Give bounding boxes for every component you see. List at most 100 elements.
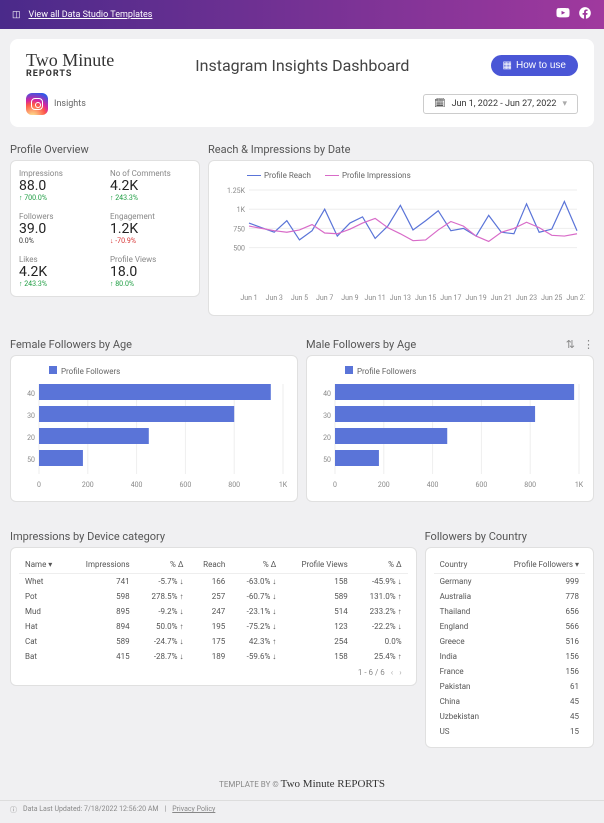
table-row: Pot598278.5% ↑257-60.7% ↓589131.0% ↑	[19, 589, 408, 604]
svg-text:40: 40	[27, 390, 35, 398]
female-followers-card: Profile Followers 02004006008001K4030205…	[10, 355, 298, 502]
svg-text:0: 0	[37, 481, 41, 489]
table-row: Uzbekistan45	[434, 709, 585, 724]
svg-text:50: 50	[27, 456, 35, 464]
metric-tile: Likes4.2K↑ 243.3%	[19, 255, 100, 288]
device-table: Name ▾Impressions% ΔReach% ΔProfile View…	[19, 556, 408, 664]
table-header[interactable]: Profile Views	[282, 556, 353, 574]
view-templates-link[interactable]: View all Data Studio Templates	[29, 10, 153, 20]
metric-tile: No of Comments4.2K↑ 243.3%	[110, 169, 191, 202]
country-table: CountryProfile Followers ▾Germany999Aust…	[434, 556, 585, 739]
svg-text:0: 0	[333, 481, 337, 489]
pager-prev[interactable]: ‹	[391, 668, 393, 677]
table-row: Germany999	[434, 574, 585, 590]
more-icon[interactable]: ⋮	[583, 338, 594, 351]
svg-text:400: 400	[427, 481, 439, 489]
top-banner: ◫ View all Data Studio Templates	[0, 0, 604, 29]
reach-impressions-chart: 5007501K1.25KJun 1Jun 3Jun 5Jun 7Jun 9Ju…	[217, 184, 585, 304]
svg-text:Jun 9: Jun 9	[341, 294, 358, 302]
metric-tile: Followers39.00.0%	[19, 212, 100, 245]
svg-text:Jun 1: Jun 1	[240, 294, 257, 302]
facebook-icon[interactable]	[578, 6, 592, 23]
svg-text:1K: 1K	[575, 481, 584, 489]
sort-icon[interactable]: ⇅	[566, 338, 575, 351]
male-followers-title: Male Followers by Age ⇅ ⋮	[306, 338, 594, 351]
calendar-icon: 🗓	[434, 99, 445, 109]
svg-text:Jun 3: Jun 3	[266, 294, 283, 302]
table-row: India156	[434, 649, 585, 664]
svg-text:600: 600	[179, 481, 191, 489]
svg-text:Jun 11: Jun 11	[365, 294, 386, 302]
how-to-use-button[interactable]: ▦ How to use	[491, 55, 578, 76]
female-followers-title: Female Followers by Age	[10, 338, 298, 351]
template-credit: TEMPLATE BY © Two Minute REPORTS	[0, 758, 604, 800]
svg-text:Jun 27: Jun 27	[566, 294, 585, 302]
legend-impressions: Profile Impressions	[342, 171, 411, 180]
svg-text:Jun 25: Jun 25	[541, 294, 562, 302]
info-icon: ⓘ	[10, 805, 17, 815]
table-header[interactable]: % Δ	[136, 556, 190, 574]
country-table-title: Followers by Country	[425, 530, 594, 543]
youtube-icon[interactable]	[556, 6, 570, 23]
svg-text:Jun 19: Jun 19	[465, 294, 486, 302]
page-title: Instagram Insights Dashboard	[195, 56, 409, 75]
table-header[interactable]: % Δ	[354, 556, 408, 574]
table-header[interactable]: Name ▾	[19, 556, 67, 574]
table-pager: 1 - 6 / 6 ‹ ›	[19, 664, 408, 677]
table-row: Hat89450.0% ↑195-75.2% ↓123-22.2% ↓	[19, 619, 408, 634]
female-followers-chart: 0 200 400 600 800 1K 40 30 20 50	[19, 380, 289, 490]
table-row: England566	[434, 619, 585, 634]
date-range-picker[interactable]: 🗓 Jun 1, 2022 - Jun 27, 2022 ▾	[423, 94, 578, 114]
device-table-title: Impressions by Device category	[10, 530, 417, 543]
svg-text:20: 20	[27, 434, 35, 442]
male-followers-card: Profile Followers 02004006008001K4030205…	[306, 355, 594, 502]
profile-overview-title: Profile Overview	[10, 143, 200, 156]
metric-tile: Profile Views18.0↑ 80.0%	[110, 255, 191, 288]
svg-text:30: 30	[27, 412, 35, 420]
reach-impressions-card: Profile Reach Profile Impressions 500750…	[208, 160, 594, 316]
svg-text:750: 750	[233, 225, 245, 233]
insights-label: Insights	[54, 99, 86, 109]
table-row: Greece516	[434, 634, 585, 649]
metric-tile: Engagement1.2K↓ -70.9%	[110, 212, 191, 245]
table-row: Whet741-5.7% ↓166-63.0% ↓158-45.9% ↓	[19, 574, 408, 590]
table-row: China45	[434, 694, 585, 709]
legend-reach: Profile Reach	[264, 171, 311, 180]
table-header[interactable]: Profile Followers ▾	[494, 556, 585, 574]
table-row: US15	[434, 724, 585, 739]
svg-text:800: 800	[228, 481, 240, 489]
table-header[interactable]: Country	[434, 556, 494, 574]
last-updated: Data Last Updated: 7/18/2022 12:56:20 AM	[23, 805, 159, 815]
table-header[interactable]: % Δ	[231, 556, 282, 574]
reach-impressions-title: Reach & Impressions by Date	[208, 143, 594, 156]
brand-logo: Two Minute REPORTS	[26, 51, 114, 79]
profile-overview-card: Impressions88.0↑ 700.0% No of Comments4.2…	[10, 160, 200, 297]
table-row: France156	[434, 664, 585, 679]
table-row: Thailand656	[434, 604, 585, 619]
svg-text:800: 800	[524, 481, 536, 489]
male-followers-chart: 02004006008001K40302050	[315, 380, 585, 490]
table-header[interactable]: Impressions	[67, 556, 135, 574]
privacy-link[interactable]: Privacy Policy	[172, 805, 215, 815]
svg-text:20: 20	[323, 434, 331, 442]
play-icon: ▦	[503, 60, 512, 71]
svg-text:50: 50	[323, 456, 331, 464]
svg-text:Jun 17: Jun 17	[440, 294, 461, 302]
svg-text:30: 30	[323, 412, 331, 420]
table-row: Australia778	[434, 589, 585, 604]
metric-tile: Impressions88.0↑ 700.0%	[19, 169, 100, 202]
table-row: Bat415-28.7% ↓189-59.6% ↓15825.4% ↑	[19, 649, 408, 664]
svg-text:200: 200	[82, 481, 94, 489]
chart-icon: ◫	[12, 10, 21, 20]
svg-text:Jun 5: Jun 5	[291, 294, 308, 302]
svg-text:40: 40	[323, 390, 331, 398]
table-header[interactable]: Reach	[189, 556, 231, 574]
svg-text:400: 400	[131, 481, 143, 489]
svg-text:1K: 1K	[279, 481, 288, 489]
svg-text:Jun 13: Jun 13	[390, 294, 411, 302]
svg-text:Jun 7: Jun 7	[316, 294, 333, 302]
table-row: Cat589-24.7% ↓17542.3% ↑2540.0%	[19, 634, 408, 649]
pager-next[interactable]: ›	[399, 668, 401, 677]
svg-text:Jun 15: Jun 15	[415, 294, 436, 302]
table-row: Pakistan61	[434, 679, 585, 694]
